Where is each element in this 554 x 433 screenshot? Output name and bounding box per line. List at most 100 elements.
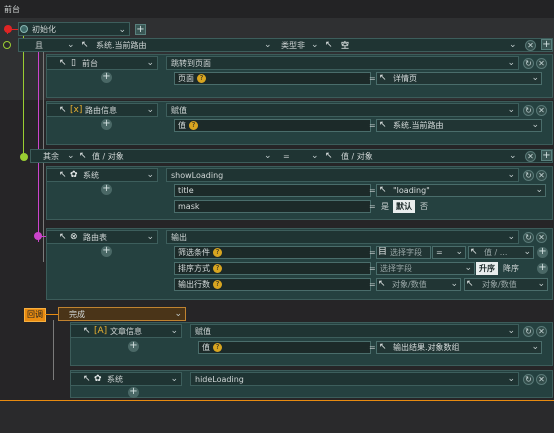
help-icon[interactable]: ? xyxy=(213,280,222,289)
add-step-button[interactable]: + xyxy=(128,387,139,398)
rows-a-select[interactable]: ↖ 对象/数值 ⌄ xyxy=(376,278,461,291)
callback-bar[interactable]: 完成 ⌄ xyxy=(58,307,186,321)
chevron-down-icon[interactable]: ⌄ xyxy=(523,247,531,257)
add-branch-button[interactable]: + xyxy=(541,150,552,161)
chevron-down-icon[interactable]: ⌄ xyxy=(311,40,319,50)
chevron-down-icon[interactable]: ⌄ xyxy=(507,105,515,115)
mask-default-option[interactable]: 默认 xyxy=(393,200,415,213)
route-table-controls[interactable]: ↻ ✕ xyxy=(523,232,547,243)
refresh-icon[interactable]: ↻ xyxy=(523,232,534,243)
article-target-bar[interactable]: ↖ [A] 文章信息 ⌄ xyxy=(70,324,182,338)
article-value-field[interactable]: ↖ 输出结果.对象数组 ⌄ xyxy=(376,341,542,354)
close-icon[interactable]: ✕ xyxy=(536,326,547,337)
help-icon[interactable]: ? xyxy=(213,343,222,352)
chevron-down-icon[interactable]: ⌄ xyxy=(507,170,515,180)
article-action-bar[interactable]: 赋值 ⌄ xyxy=(190,324,519,338)
add-step-button[interactable]: + xyxy=(101,119,112,130)
close-icon[interactable]: ✕ xyxy=(536,374,547,385)
chevron-down-icon[interactable]: ⌄ xyxy=(264,151,272,161)
chevron-down-icon[interactable]: ⌄ xyxy=(509,40,517,50)
chevron-down-icon[interactable]: ⌄ xyxy=(311,151,319,161)
row-controls[interactable]: ✕ xyxy=(525,151,536,162)
route-info-controls[interactable]: ↻ ✕ xyxy=(523,105,547,116)
chevron-down-icon[interactable]: ⌄ xyxy=(67,40,75,50)
help-icon[interactable]: ? xyxy=(213,264,222,273)
close-icon[interactable]: ✕ xyxy=(536,170,547,181)
help-icon[interactable]: ? xyxy=(197,74,206,83)
title-value-field[interactable]: ↖ "loading" ⌄ xyxy=(376,184,546,197)
add-step-button[interactable]: + xyxy=(101,246,112,257)
help-icon[interactable]: ? xyxy=(213,248,222,257)
nav-action-bar[interactable]: 跳转到页面 ⌄ xyxy=(166,56,519,70)
chevron-down-icon[interactable]: ⌄ xyxy=(146,232,154,242)
chevron-down-icon[interactable]: ⌄ xyxy=(170,374,178,384)
help-icon[interactable]: ? xyxy=(189,121,198,130)
close-icon[interactable]: ✕ xyxy=(536,105,547,116)
chevron-down-icon[interactable]: ⌄ xyxy=(531,342,539,352)
init-bar[interactable]: 初始化 ⌄ xyxy=(18,22,130,36)
close-icon[interactable]: ✕ xyxy=(536,232,547,243)
chevron-down-icon[interactable]: ⌄ xyxy=(455,247,463,257)
hide-loading-action-bar[interactable]: hideLoading ⌄ xyxy=(190,372,519,386)
add-branch-button[interactable]: + xyxy=(541,39,552,50)
mask-yes-option[interactable]: 是 xyxy=(378,200,392,213)
chevron-down-icon[interactable]: ⌄ xyxy=(264,40,272,50)
chevron-down-icon[interactable]: ⌄ xyxy=(174,309,182,319)
chevron-down-icon[interactable]: ⌄ xyxy=(464,263,472,273)
refresh-icon[interactable]: ↻ xyxy=(523,326,534,337)
chevron-down-icon[interactable]: ⌄ xyxy=(535,185,543,195)
chevron-down-icon[interactable]: ⌄ xyxy=(531,73,539,83)
chevron-down-icon[interactable]: ⌄ xyxy=(170,326,178,336)
chevron-down-icon[interactable]: ⌄ xyxy=(537,279,545,289)
add-step-button[interactable]: + xyxy=(128,341,139,352)
refresh-icon[interactable]: ↻ xyxy=(523,105,534,116)
refresh-icon[interactable]: ↻ xyxy=(523,170,534,181)
filter-operator-select[interactable]: = ⌄ xyxy=(432,246,466,259)
chevron-down-icon[interactable]: ⌄ xyxy=(507,374,515,384)
article-controls[interactable]: ↻ ✕ xyxy=(523,326,547,337)
chevron-down-icon[interactable]: ⌄ xyxy=(146,58,154,68)
chevron-down-icon[interactable]: ⌄ xyxy=(507,326,515,336)
close-icon[interactable]: ✕ xyxy=(536,58,547,69)
route-table-target-bar[interactable]: ↖ ⊗ 路由表 ⌄ xyxy=(46,230,158,244)
refresh-icon[interactable]: ↻ xyxy=(523,58,534,69)
add-step-button[interactable]: + xyxy=(101,72,112,83)
hide-loading-target-bar[interactable]: ↖ ✿ 系统 ⌄ xyxy=(70,372,182,386)
move-icon[interactable]: ✕ xyxy=(525,40,536,51)
show-loading-action-bar[interactable]: showLoading ⌄ xyxy=(166,168,519,182)
mask-no-option[interactable]: 否 xyxy=(417,200,431,213)
add-filter-button[interactable]: + xyxy=(537,247,548,258)
chevron-down-icon[interactable]: ⌄ xyxy=(509,151,517,161)
chevron-down-icon[interactable]: ⌄ xyxy=(531,120,539,130)
nav-controls[interactable]: ↻ ✕ xyxy=(523,58,547,69)
chevron-down-icon[interactable]: ⌄ xyxy=(146,170,154,180)
route-info-target-bar[interactable]: ↖ [x] 路由信息 ⌄ xyxy=(46,103,158,117)
chevron-down-icon[interactable]: ⌄ xyxy=(450,279,458,289)
chevron-down-icon[interactable]: ⌄ xyxy=(507,232,515,242)
chevron-down-icon[interactable]: ⌄ xyxy=(146,105,154,115)
row-controls[interactable]: ✕ xyxy=(525,40,536,51)
sort-desc-option[interactable]: 降序 xyxy=(500,262,522,275)
route-info-value-field[interactable]: ↖ 系统.当前路由 ⌄ xyxy=(376,119,542,132)
close-icon[interactable]: ✕ xyxy=(525,151,536,162)
show-loading-target-bar[interactable]: ↖ ✿ 系统 ⌄ xyxy=(46,168,158,182)
nav-target-bar[interactable]: ↖ ▯ 前台 ⌄ xyxy=(46,56,158,70)
hide-loading-controls[interactable]: ↻ ✕ xyxy=(523,374,547,385)
add-init-button[interactable]: + xyxy=(135,24,146,35)
add-sort-button[interactable]: + xyxy=(537,263,548,274)
add-step-button[interactable]: + xyxy=(101,184,112,195)
filter-value-select[interactable]: ↖ 值 / ... ⌄ xyxy=(468,246,534,259)
nav-param-value-field[interactable]: ↖ 详情页 ⌄ xyxy=(376,72,542,85)
sort-field-select[interactable]: 选择字段 ⌄ xyxy=(376,262,475,275)
route-info-action-bar[interactable]: 赋值 ⌄ xyxy=(166,103,519,117)
chevron-down-icon[interactable]: ⌄ xyxy=(118,25,126,35)
sort-asc-option[interactable]: 升序 xyxy=(476,262,498,275)
refresh-icon[interactable]: ↻ xyxy=(523,374,534,385)
rows-b-select[interactable]: ↖ 对象/数值 ⌄ xyxy=(464,278,548,291)
filter-field-select[interactable]: 目 选择字段 xyxy=(376,246,431,259)
chevron-down-icon[interactable]: ⌄ xyxy=(507,58,515,68)
grey-connector-2 xyxy=(53,320,54,380)
show-loading-controls[interactable]: ↻ ✕ xyxy=(523,170,547,181)
route-table-action-bar[interactable]: 输出 ⌄ xyxy=(166,230,519,244)
chevron-down-icon[interactable]: ⌄ xyxy=(67,151,75,161)
